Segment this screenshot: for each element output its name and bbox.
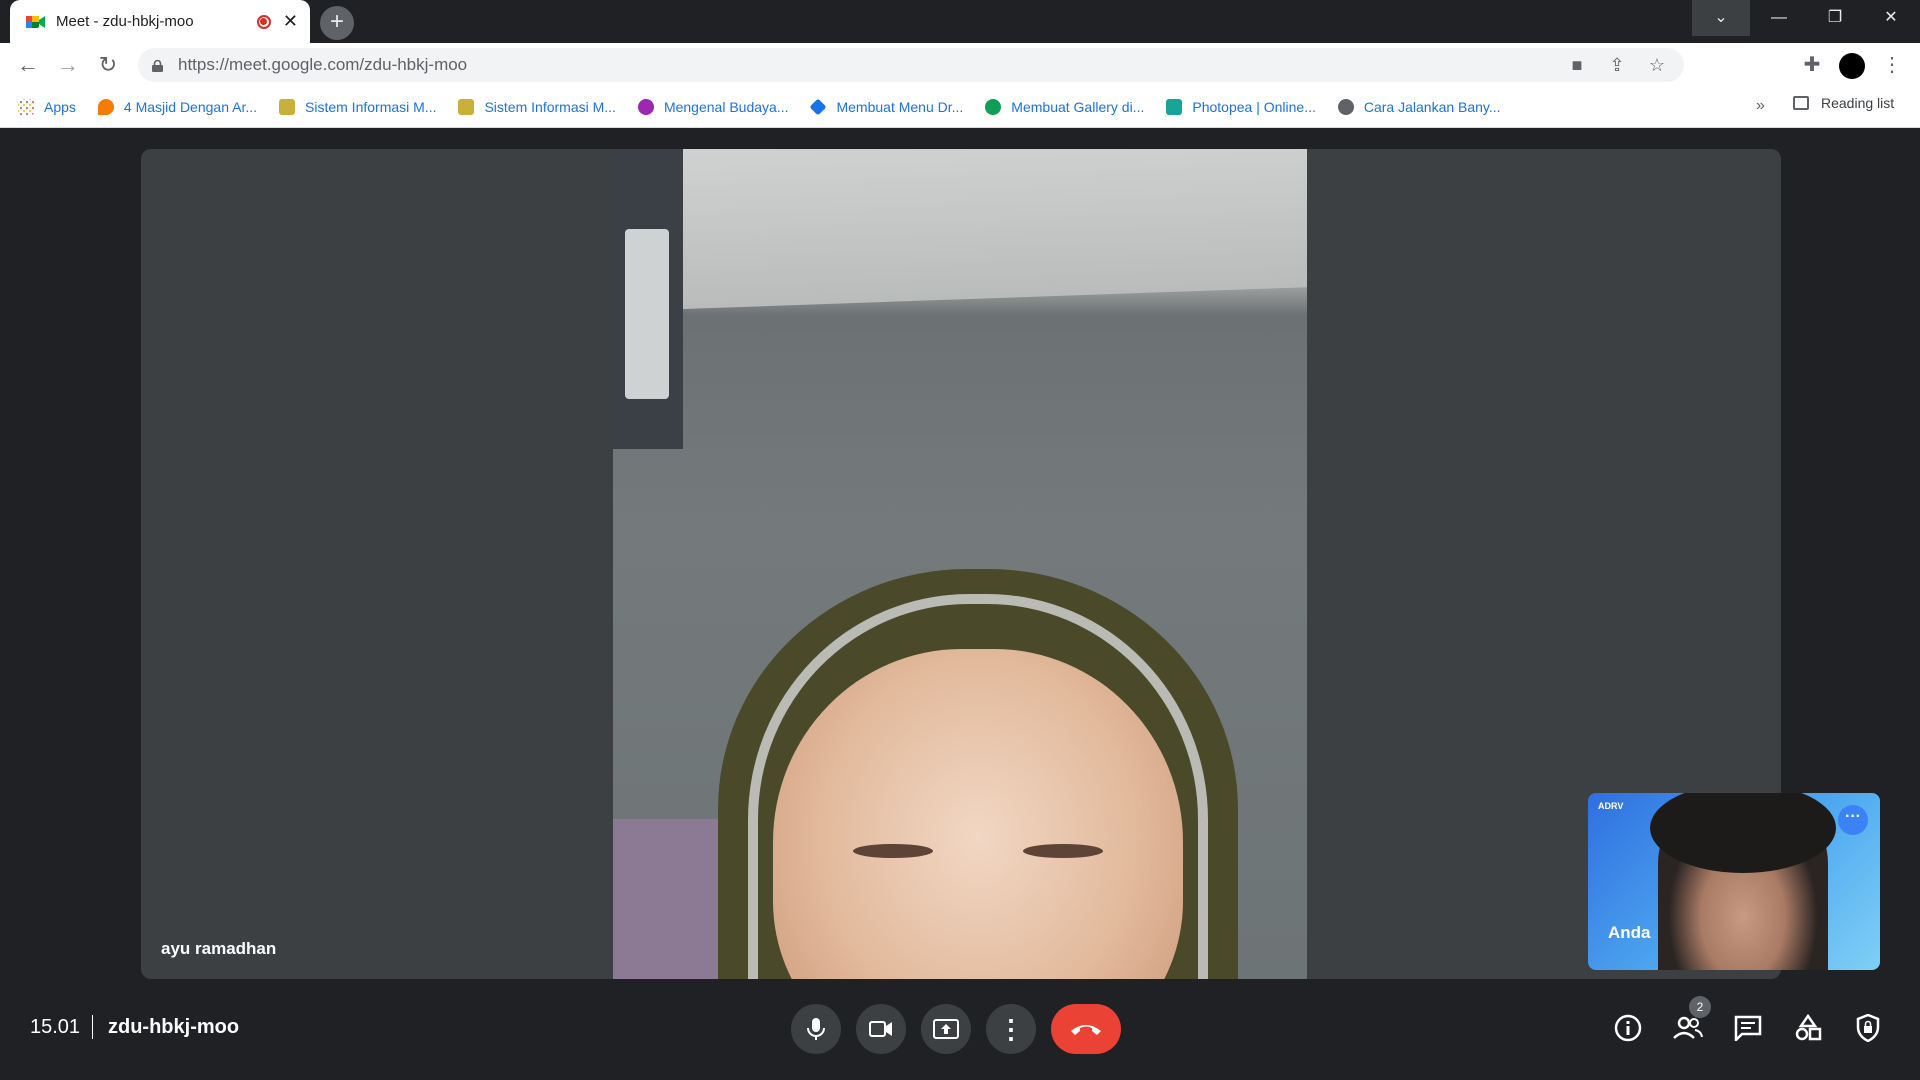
bookmark-label: Photopea | Online... [1192,99,1316,115]
self-name: Anda [1608,923,1651,942]
end-call-icon [1071,1025,1101,1035]
meeting-time: 15.01 [30,1016,81,1038]
bookmark-item[interactable]: Sistem Informasi M... [458,99,616,115]
participant-count-badge: 2 [1689,996,1711,1018]
chat-icon[interactable] [1730,1010,1766,1046]
bookmark-item[interactable]: Sistem Informasi M... [279,99,436,115]
active-tab[interactable]: Meet - zdu-hbkj-moo ✕ [10,0,310,43]
forward-icon[interactable]: → [54,51,82,79]
activities-icon[interactable] [1790,1010,1826,1046]
more-bookmarks-icon[interactable]: » [1756,97,1765,115]
globe-icon [1337,99,1354,115]
bookmark-item[interactable]: Membuat Gallery di... [985,99,1144,115]
meeting-code: zdu-hbkj-moo [108,1016,240,1038]
back-icon[interactable]: ← [14,51,42,79]
new-tab-button[interactable]: + [320,6,354,40]
lock-icon [152,59,163,72]
bookmark-label: Sistem Informasi M... [305,99,437,115]
bookmark-item[interactable]: Photopea | Online... [1166,99,1316,115]
camera-button[interactable] [856,1004,906,1054]
bookmarks-bar: Apps 4 Masjid Dengan Ar... Sistem Inform… [0,87,1920,128]
site-icon [985,99,1002,115]
participant-video [613,149,1307,979]
video-pillow [613,819,723,979]
bookmark-label: Cara Jalankan Bany... [1363,99,1501,115]
bookmark-item[interactable]: Mengenal Budaya... [637,99,789,115]
extensions-icon[interactable]: ✚ [1798,51,1826,79]
google-meet-icon [26,14,46,30]
close-tab-icon[interactable]: ✕ [283,11,298,32]
video-wall-frame [613,149,683,449]
url-text: https://meet.google.com/zdu-hbkj-moo [178,55,468,74]
map-pin-icon [97,99,114,115]
video-eye [853,844,933,858]
code-icon [809,98,827,116]
reading-list-button[interactable]: Reading list [1793,95,1894,111]
restore-icon[interactable]: ❐ [1806,0,1864,36]
leave-call-button[interactable] [1051,1004,1121,1054]
present-screen-icon [933,1019,959,1039]
bookmark-label: Mengenal Budaya... [663,99,789,115]
reload-icon[interactable]: ↻ [94,51,122,79]
bookmark-star-icon[interactable]: ☆ [1644,52,1670,78]
site-icon [637,99,654,115]
bookmark-item[interactable]: Cara Jalankan Bany... [1337,99,1501,115]
site-icon [458,99,475,115]
camera-in-use-icon[interactable]: ■ [1564,52,1590,78]
bookmark-label: Apps [44,99,76,115]
self-view-tile[interactable]: ADRV ··· Anda [1588,793,1880,970]
reading-list-label: Reading list [1821,95,1895,111]
microphone-icon [807,1018,825,1040]
meet-stage: ayu ramadhan ADRV ··· Anda [0,128,1920,1080]
bookmark-label: 4 Masjid Dengan Ar... [123,99,257,115]
meeting-controls: 15.01 zdu-hbkj-moo ⋮ 2 [0,978,1920,1080]
bookmark-label: Membuat Menu Dr... [836,99,964,115]
video-face [773,649,1183,979]
tab-title: Meet - zdu-hbkj-moo [56,13,194,30]
share-icon[interactable]: ⇪ [1604,52,1630,78]
bookmark-apps[interactable]: Apps [18,99,76,115]
bookmark-item[interactable]: 4 Masjid Dengan Ar... [97,99,257,115]
menu-kebab-icon[interactable]: ⋮ [1878,51,1906,79]
tab-strip: Meet - zdu-hbkj-moo ✕ + ⌄ — ❐ ✕ [0,0,1920,43]
camera-icon [869,1021,892,1037]
present-screen-button[interactable] [921,1004,971,1054]
more-options-icon[interactable]: ··· [1838,805,1868,835]
more-vert-icon: ⋮ [998,1014,1024,1044]
minimize-icon[interactable]: — [1750,0,1808,36]
reading-list-icon [1793,96,1809,110]
participant-tile[interactable]: ayu ramadhan [141,149,1781,979]
address-bar[interactable]: https://meet.google.com/zdu-hbkj-moo ■ ⇪… [138,48,1684,82]
browser-toolbar: ← → ↻ https://meet.google.com/zdu-hbkj-m… [0,43,1920,87]
divider [92,1015,93,1039]
video-ceiling [683,149,1307,309]
host-controls-icon[interactable] [1850,1010,1886,1046]
bookmark-label: Sistem Informasi M... [484,99,616,115]
microphone-button[interactable] [791,1004,841,1054]
more-options-button[interactable]: ⋮ [986,1004,1036,1054]
self-video-brand: ADRV [1598,801,1624,811]
recording-indicator-icon [256,14,271,29]
bookmark-item[interactable]: Membuat Menu Dr... [809,98,964,116]
tab-search-icon[interactable]: ⌄ [1692,0,1750,36]
bookmark-label: Membuat Gallery di... [1011,99,1145,115]
meeting-details-icon[interactable] [1610,1010,1646,1046]
site-icon [279,99,295,115]
photopea-icon [1166,99,1183,115]
video-eye [1023,844,1103,858]
apps-grid-icon [18,99,34,115]
profile-avatar[interactable] [1839,53,1865,79]
close-window-icon[interactable]: ✕ [1862,0,1920,36]
participant-name: ayu ramadhan [161,939,277,958]
